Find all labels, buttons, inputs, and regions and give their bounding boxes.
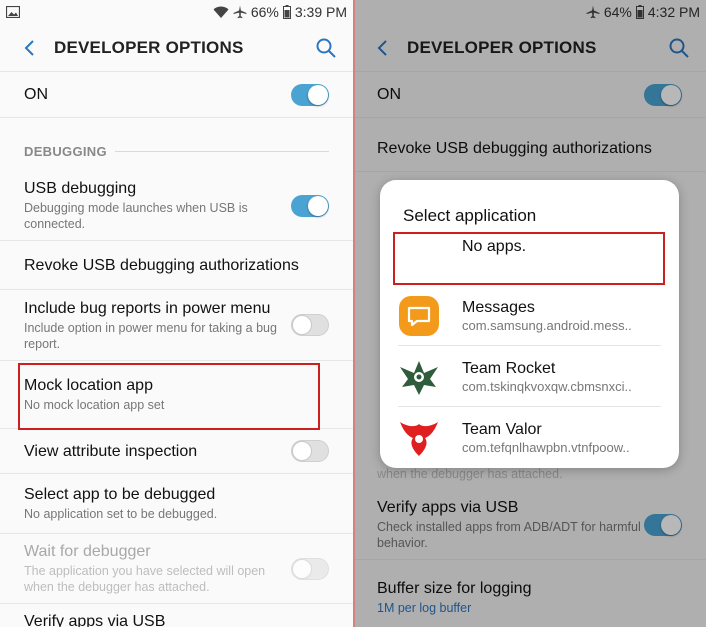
wait-debugger-summary: The application you have selected will o… [24, 564, 266, 594]
section-header-debugging: DEBUGGING [24, 143, 329, 159]
wait-debugger-toggle [291, 557, 329, 580]
usb-debugging-label: USB debugging [24, 180, 137, 197]
select-debug-app-label: Select app to be debugged [24, 486, 216, 503]
usb-debugging-row[interactable]: USB debugging Debugging mode launches wh… [0, 171, 353, 241]
app-option-team-valor[interactable]: Team Valor com.tefqnlhawpbn.vtnfpoow.. [398, 408, 661, 468]
view-attribute-row[interactable]: View attribute inspection [0, 429, 353, 474]
select-debug-app-row[interactable]: Select app to be debugged No application… [0, 474, 353, 534]
mock-location-label: Mock location app [24, 377, 153, 394]
revoke-usb-label: Revoke USB debugging authorizations [24, 256, 299, 274]
usb-debugging-toggle[interactable] [291, 194, 329, 217]
verify-usb-label: Verify apps via USB [24, 613, 166, 627]
gallery-notification-icon [6, 6, 20, 18]
app-bar: DEVELOPER OPTIONS [0, 24, 353, 72]
app-package: com.tefqnlhawpbn.vtnfpoow.. [462, 440, 630, 455]
bug-reports-toggle[interactable] [291, 314, 329, 336]
battery-icon [282, 5, 291, 19]
master-toggle[interactable] [291, 83, 329, 106]
wifi-icon [213, 6, 229, 19]
verify-usb-row-partial[interactable]: Verify apps via USB [0, 612, 353, 627]
airplane-icon [233, 5, 247, 19]
app-name: Messages [462, 298, 535, 316]
back-arrow-icon[interactable] [18, 36, 42, 60]
no-apps-option[interactable]: No apps. [462, 238, 526, 256]
usb-debugging-summary: Debugging mode launches when USB is conn… [24, 201, 248, 231]
select-debug-app-summary: No application set to be debugged. [24, 507, 218, 521]
app-name: Team Rocket [462, 359, 556, 377]
mock-location-row[interactable]: Mock location app No mock location app s… [0, 361, 353, 429]
team-valor-icon [398, 417, 440, 459]
wait-debugger-row: Wait for debugger The application you ha… [0, 534, 353, 604]
bug-reports-summary: Include option in power menu for taking … [24, 320, 277, 351]
app-name: Team Valor [462, 421, 542, 438]
app-package: com.tskinqkvoxqw.cbmsnxci.. [462, 378, 632, 394]
status-bar: 66% 3:39 PM [0, 0, 353, 24]
app-option-messages[interactable]: Messages com.samsung.android.mess.. [398, 286, 661, 346]
dialog-title: Select application [403, 206, 537, 225]
right-screen: 64% 4:32 PM DEVELOPER OPTIONS ON Revoke … [353, 0, 706, 627]
view-attribute-label: View attribute inspection [24, 442, 198, 460]
bug-reports-label: Include bug reports in power menu [24, 299, 271, 317]
search-icon[interactable] [313, 35, 339, 61]
app-option-team-rocket[interactable]: Team Rocket com.tskinqkvoxqw.cbmsnxci.. [398, 347, 661, 407]
mock-location-summary: No mock location app set [24, 398, 165, 412]
messages-icon [398, 295, 440, 337]
clock: 3:39 PM [294, 4, 347, 20]
wait-debugger-label: Wait for debugger [24, 543, 151, 560]
master-switch-label: ON [24, 86, 48, 103]
app-package: com.samsung.android.mess.. [462, 317, 632, 333]
team-rocket-icon [398, 356, 440, 398]
left-screen: 66% 3:39 PM DEVELOPER OPTIONS ON DEBUGGI… [0, 0, 353, 627]
battery-percent: 66% [250, 4, 279, 20]
revoke-usb-row[interactable]: Revoke USB debugging authorizations [0, 241, 353, 290]
view-attribute-toggle[interactable] [291, 440, 329, 462]
select-application-dialog: Select application No apps. Messages com… [380, 180, 679, 468]
panel-divider [353, 0, 355, 627]
bug-reports-row[interactable]: Include bug reports in power menu Includ… [0, 290, 353, 361]
master-switch-row[interactable]: ON [0, 72, 353, 118]
page-title: DEVELOPER OPTIONS [54, 37, 244, 57]
